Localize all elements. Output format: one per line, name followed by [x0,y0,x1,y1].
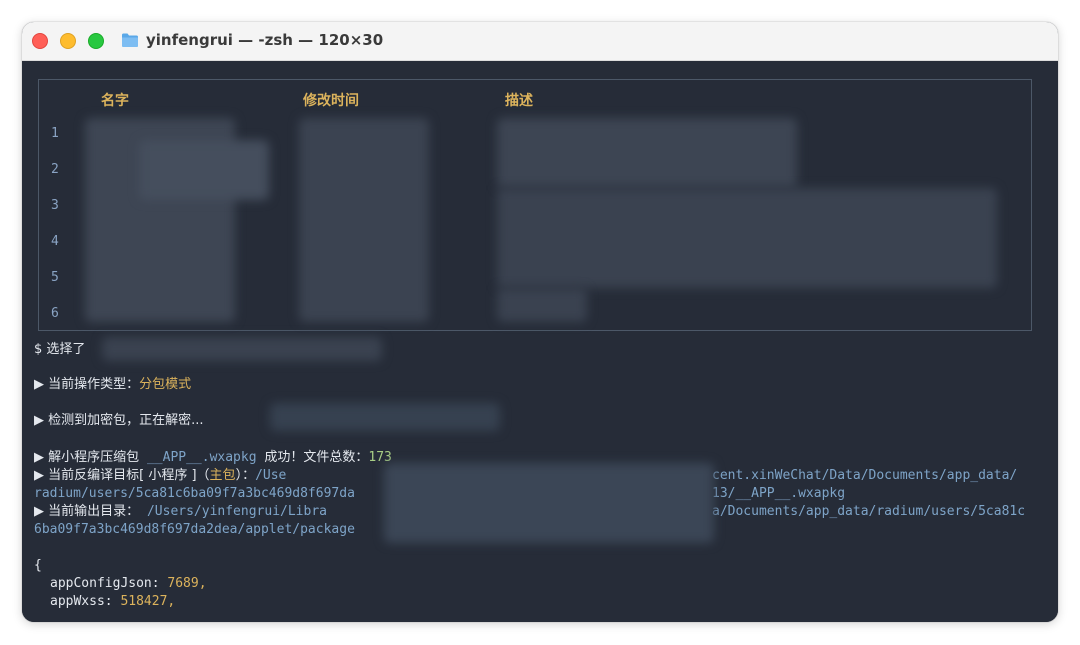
selection-table: 名字 修改时间 描述 1 2 3 4 5 6 [38,79,1032,331]
unpack-line: ▶ 解小程序压缩包 __APP__.wxapkg 成功！文件总数：173 [34,449,392,466]
redacted-times [299,118,429,322]
terminal-window: yinfengrui — -zsh — 120×30 名字 修改时间 描述 1 … [22,22,1058,622]
detect-text: ▶ 检测到加密包，正在解密... [34,413,204,428]
prompt-line: $ 选择了 [34,341,85,358]
row-number: 1 [51,126,59,141]
kv-key: appConfigJson: [50,576,160,591]
row-number: 4 [51,234,59,249]
redacted-selection [102,337,382,361]
redacted-detect [270,403,500,431]
redacted-path [384,463,714,543]
row-number: 5 [51,270,59,285]
brace-open: { [34,558,42,573]
detect-line: ▶ 检测到加密包，正在解密... [34,412,204,429]
row-number: 3 [51,198,59,213]
redacted-descriptions [497,288,587,322]
kv-value: 518427, [120,594,176,609]
outdir-path-line2: 6ba09f7a3bc469d8f697da2dea/applet/packag… [34,522,355,537]
outdir-path-end: a/Documents/app_data/radium/users/5ca81c [712,504,1026,519]
redacted-descriptions [497,188,997,288]
close-button[interactable] [32,33,48,49]
target-path-line2-start: radium/users/5ca81c6ba09f7a3bc469d8f697d… [34,486,355,501]
unpack-success: 成功！文件总数： [264,450,369,465]
folder-icon [122,33,138,47]
column-header-modified: 修改时间 [303,93,359,109]
outdir-path-start: /Users/yinfengrui/Libra [146,504,327,519]
row-number: 6 [51,306,59,321]
target-path-start: /Use [255,468,287,483]
op-type-value: 分包模式 [139,377,192,392]
op-type-line: ▶ 当前操作类型：分包模式 [34,376,191,393]
kv-line: appConfigJson: 7689, [50,575,207,592]
outdir-label: ▶ 当前输出目录： [34,504,140,519]
target-path-line2-end: 13/__APP__.wxapkg [712,486,846,501]
redacted-descriptions [497,118,797,188]
kv-line: appWxss: 518427, [50,593,175,610]
zoom-button[interactable] [88,33,104,49]
row-number: 2 [51,162,59,177]
target-main: 主包 [209,468,236,483]
target-path-end: cent.xinWeChat/Data/Documents/app_data/ [712,468,1018,483]
minimize-button[interactable] [60,33,76,49]
prompt-text: $ 选择了 [34,342,86,357]
column-header-name: 名字 [101,93,129,109]
column-header-description: 描述 [505,93,533,109]
outdir-line: ▶ 当前输出目录： /Users/yinfengrui/Libra [34,503,327,520]
redacted-names [139,140,269,200]
title-bar: yinfengrui — -zsh — 120×30 [22,22,1058,61]
target-label: ▶ 当前反编译目标[ 小程序 ]（ [34,468,210,483]
window-title: yinfengrui — -zsh — 120×30 [146,31,384,49]
unpack-label: ▶ 解小程序压缩包 [34,450,140,465]
target-line: ▶ 当前反编译目标[ 小程序 ]（主包）：/Use [34,467,286,484]
target-suffix: ）： [235,468,256,483]
terminal-content[interactable]: 名字 修改时间 描述 1 2 3 4 5 6 $ 选择了 ▶ 当前操作类型：分包… [22,61,1058,622]
op-type-label: ▶ 当前操作类型： [34,377,140,392]
unpack-file: __APP__.wxapkg [146,450,257,465]
kv-key: appWxss: [50,594,113,609]
kv-value: 7689, [167,576,207,591]
